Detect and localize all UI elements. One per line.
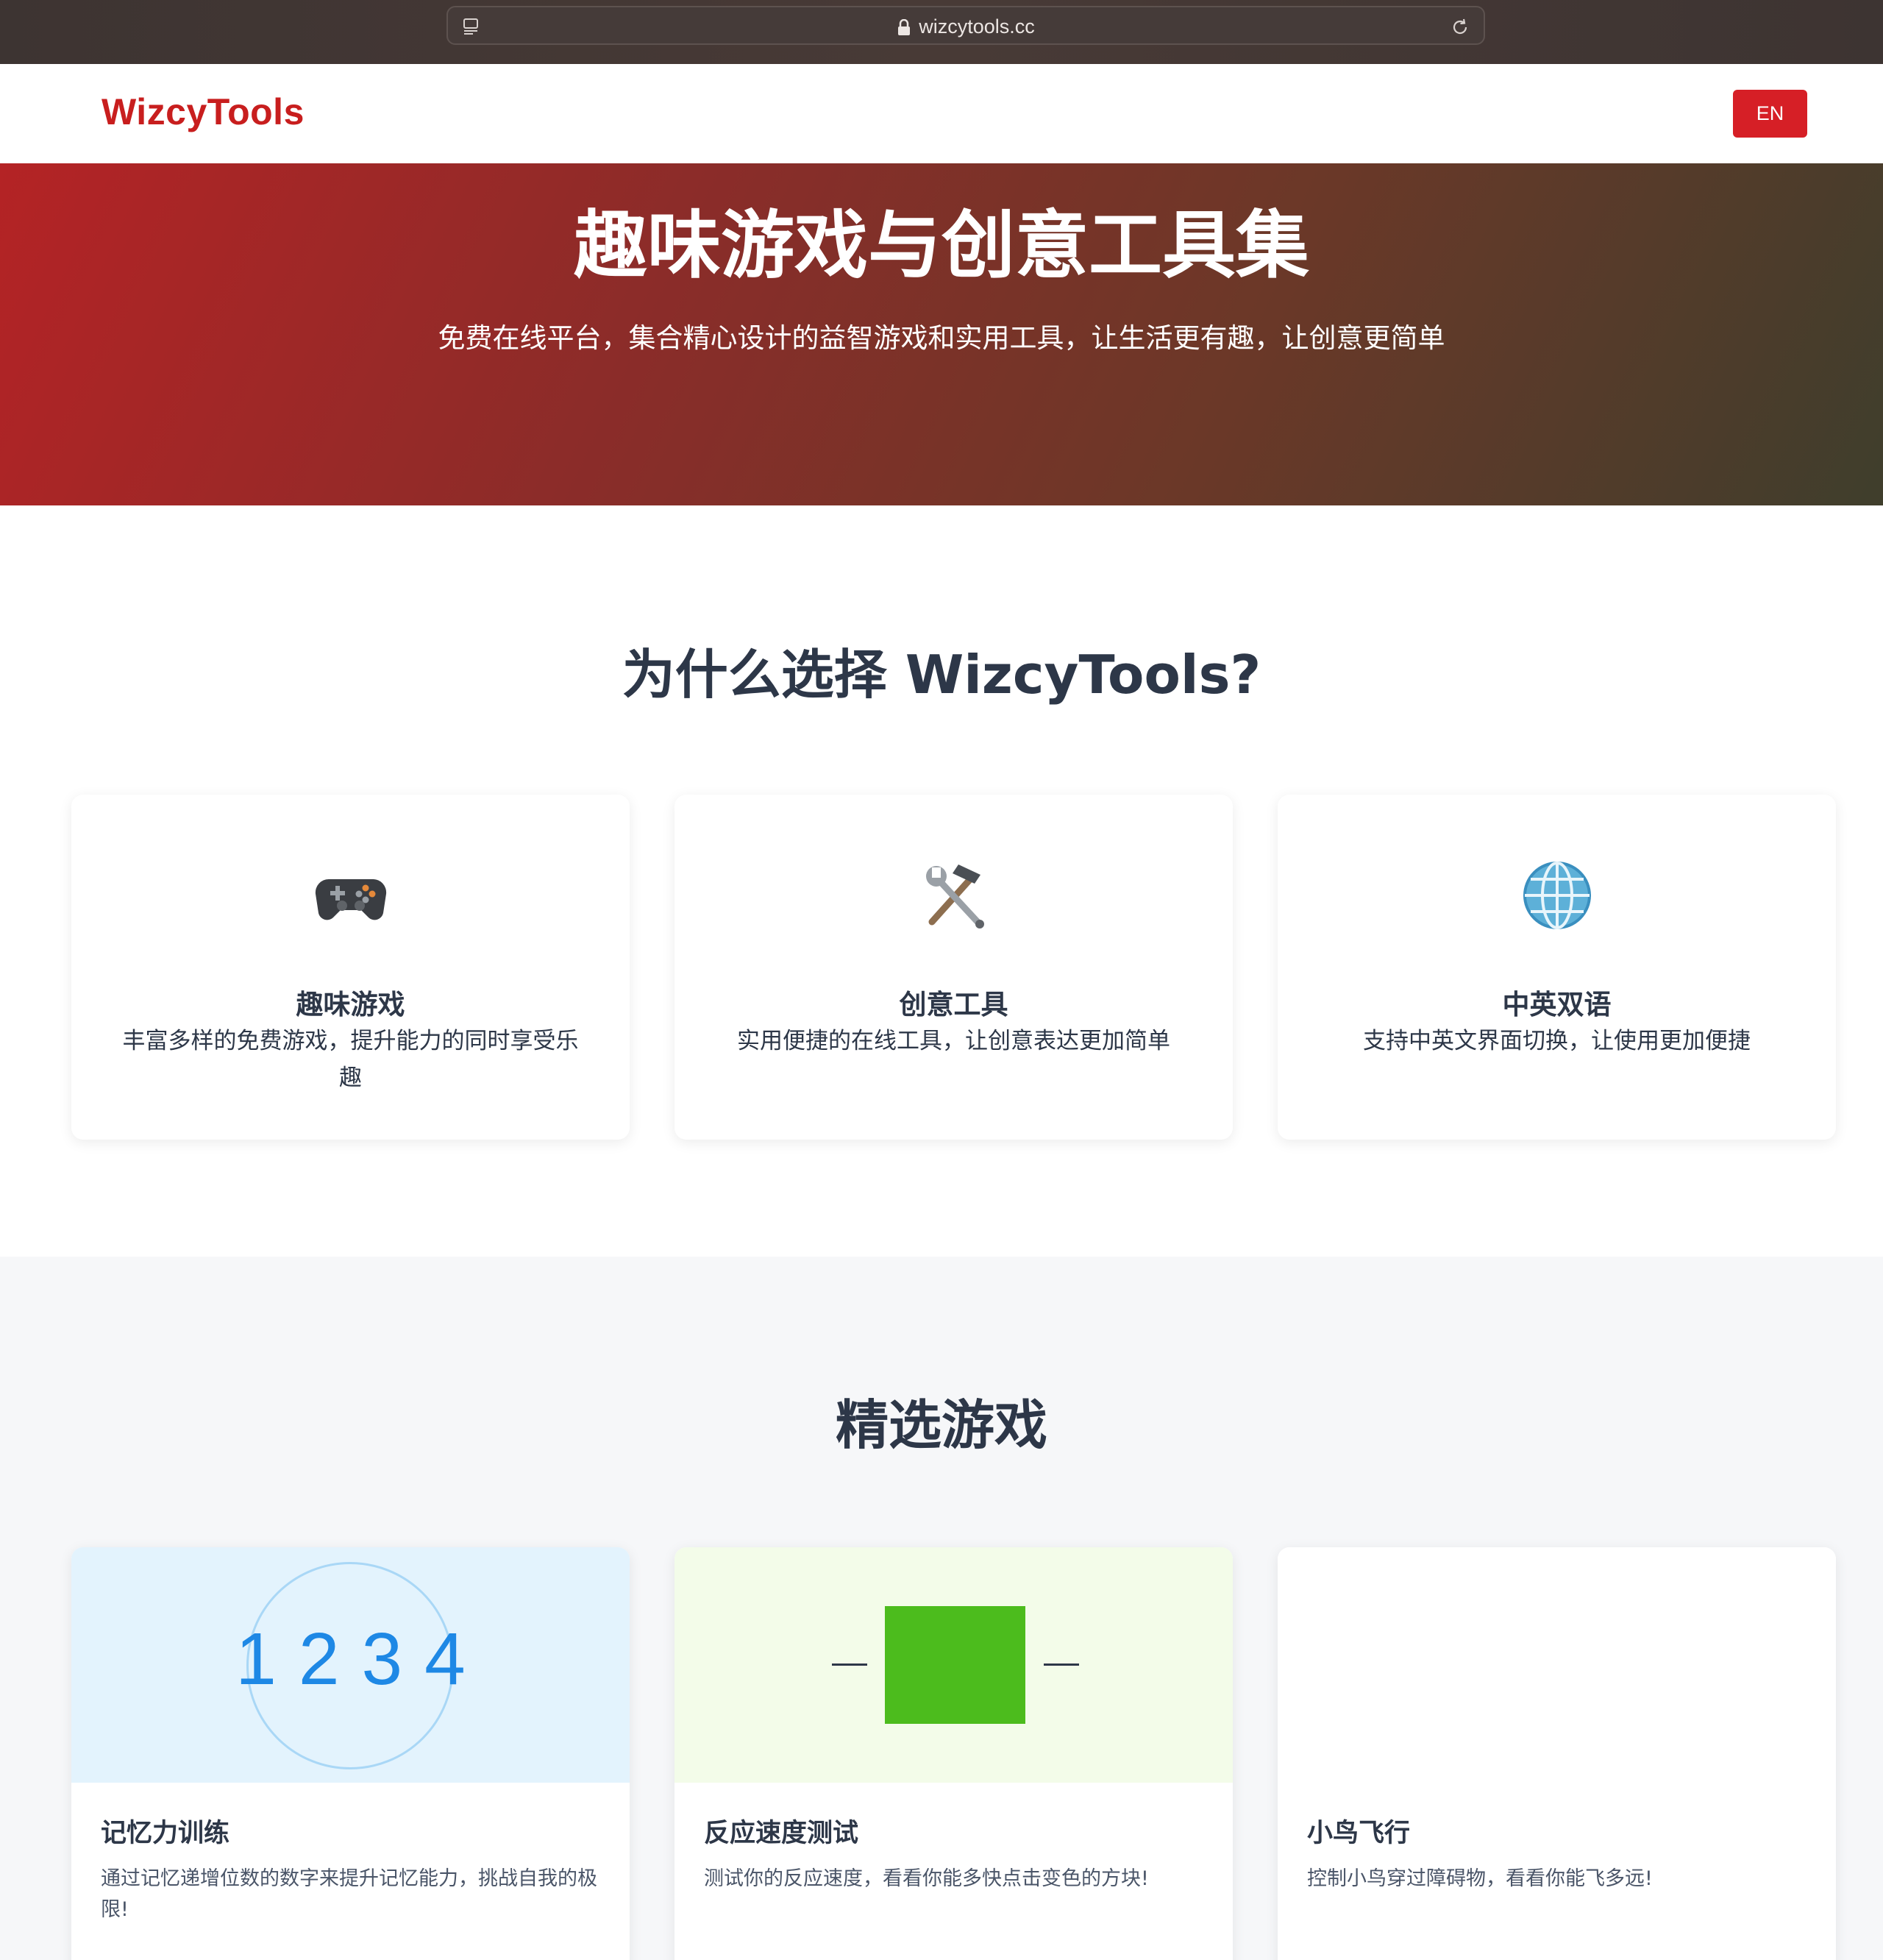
url-display[interactable]: wizcytools.cc (448, 7, 1484, 46)
why-section-title: 为什么选择 WizcyTools? (622, 644, 1261, 706)
site-header: WizcyTools EN (0, 64, 1883, 163)
game-card-memory[interactable]: 1234 记忆力训练 通过记忆递增位数的数字来提升记忆能力，挑战自我的极限! (71, 1547, 630, 1960)
hero-subtitle: 免费在线平台，集合精心设计的益智游戏和实用工具，让生活更有趣，让创意更简单 (438, 322, 1445, 354)
address-bar[interactable]: wizcytools.cc (446, 6, 1485, 45)
game-card-reaction[interactable]: 反应速度测试 测试你的反应速度，看看你能多快点击变色的方块! (674, 1547, 1233, 1960)
feature-title: 趣味游戏 (296, 989, 405, 1020)
feature-card-bilingual: 中英双语 支持中英文界面切换，让使用更加便捷 (1278, 795, 1836, 1140)
site-logo[interactable]: WizcyTools (102, 90, 305, 133)
reaction-dash-right (1044, 1663, 1079, 1666)
reaction-dash-left (832, 1663, 867, 1666)
feature-card-tools: 创意工具 实用便捷的在线工具，让创意表达更加简单 (674, 795, 1233, 1140)
lock-icon (898, 18, 911, 35)
game-preview-bird (1278, 1547, 1836, 1783)
hero-title: 趣味游戏与创意工具集 (574, 202, 1309, 288)
feature-description: 丰富多样的免费游戏，提升能力的同时享受乐趣 (122, 1028, 579, 1091)
feature-title: 中英双语 (1502, 989, 1612, 1020)
game-description: 通过记忆递增位数的数字来提升记忆能力，挑战自我的极限! (101, 1867, 597, 1921)
hero-banner: 趣味游戏与创意工具集 免费在线平台，集合精心设计的益智游戏和实用工具，让生活更有… (0, 163, 1883, 505)
feature-description: 实用便捷的在线工具，让创意表达更加简单 (737, 1028, 1170, 1054)
feature-description: 支持中英文界面切换，让使用更加便捷 (1363, 1028, 1751, 1054)
browser-toolbar: wizcytools.cc (0, 0, 1883, 64)
game-description: 控制小鸟穿过障碍物，看看你能飞多远! (1307, 1867, 1653, 1890)
game-preview-memory: 1234 (71, 1547, 630, 1783)
memory-numbers: 1234 (235, 1618, 488, 1700)
game-title: 反应速度测试 (704, 1819, 859, 1848)
globe-icon (1523, 862, 1591, 929)
feature-title: 创意工具 (899, 989, 1008, 1020)
game-description: 测试你的反应速度，看看你能多快点击变色的方块! (704, 1867, 1149, 1890)
game-title: 小鸟飞行 (1307, 1819, 1411, 1848)
games-section-title: 精选游戏 (835, 1394, 1047, 1456)
reload-icon[interactable] (1450, 17, 1470, 38)
game-card-flappy-bird[interactable]: 小鸟飞行 控制小鸟穿过障碍物，看看你能飞多远! (1278, 1547, 1836, 1960)
reaction-box (885, 1606, 1025, 1724)
language-toggle-button[interactable]: EN (1733, 90, 1807, 138)
game-preview-reaction (674, 1547, 1233, 1783)
hammer-wrench-icon (925, 864, 984, 928)
game-controller-icon (315, 878, 386, 920)
url-text: wizcytools.cc (919, 15, 1035, 38)
feature-card-games: 趣味游戏 丰富多样的免费游戏，提升能力的同时享受乐趣 (71, 795, 630, 1140)
game-title: 记忆力训练 (101, 1819, 230, 1848)
